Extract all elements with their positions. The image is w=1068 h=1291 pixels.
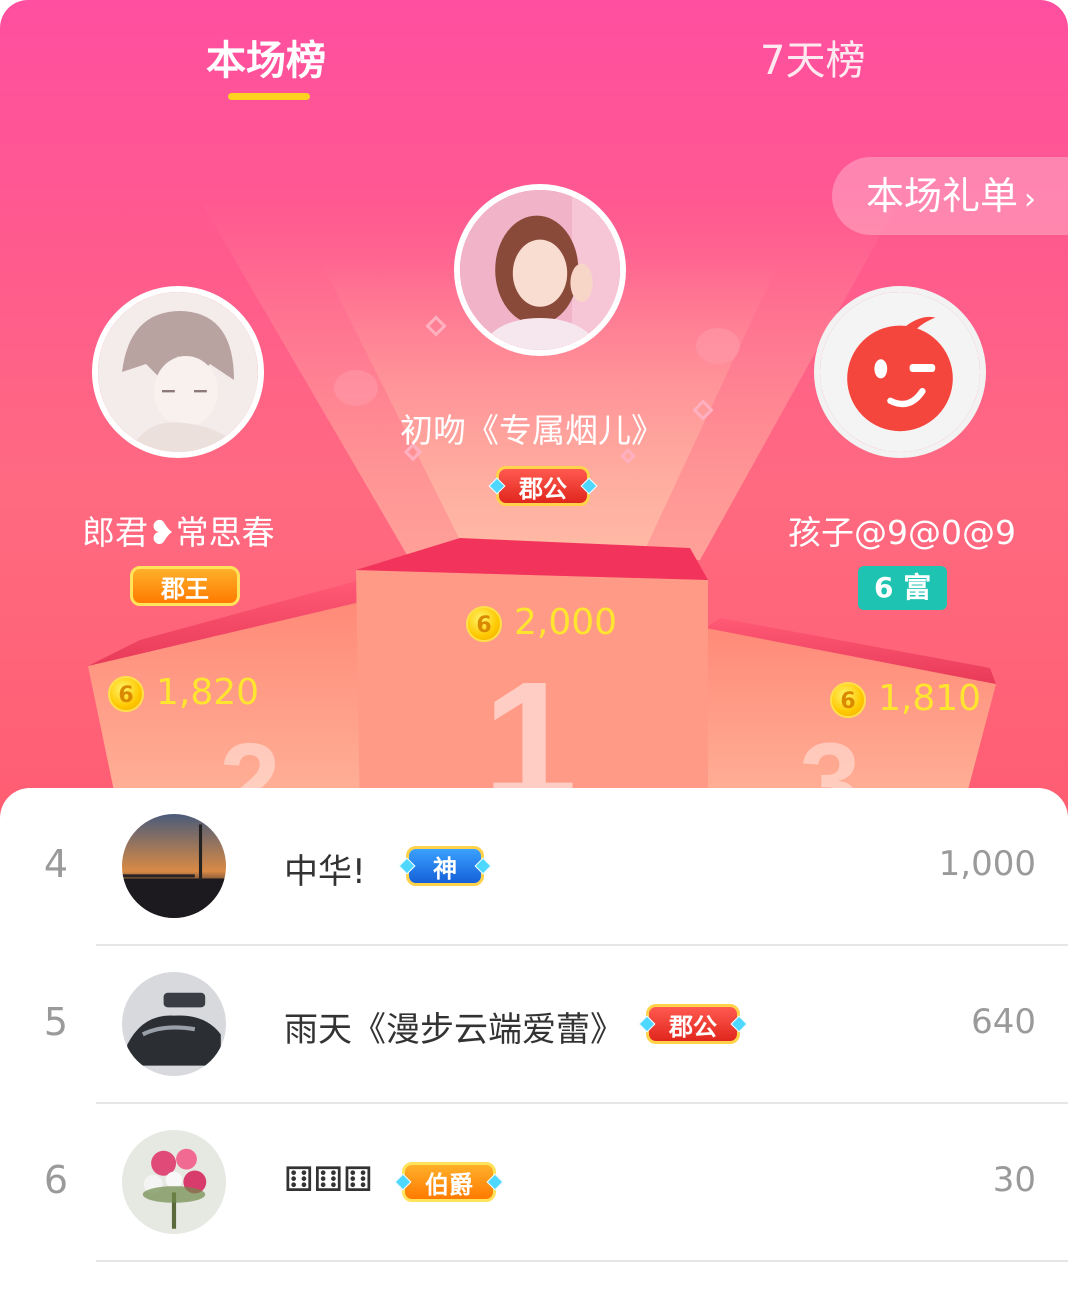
rank-1-name: 初吻《专属烟儿》: [400, 411, 664, 450]
avatar[interactable]: [122, 814, 226, 918]
rank-1-coins: 6 2,000: [466, 602, 617, 643]
rank-2-coins: 6 1,820: [108, 672, 259, 713]
rank-2-badge-wrap: 郡王: [130, 566, 240, 606]
score: 1,000: [938, 844, 1036, 884]
ranking-list: 4 中华! 神 1,000 5 雨天《漫步云端爱蕾》 郡公 640 6 ⚅⚅⚅ …: [0, 788, 1068, 1291]
rank-3-coin-value: 1,810: [878, 678, 982, 719]
avatar-rank-3[interactable]: [814, 286, 986, 458]
sunset-avatar-image: [122, 814, 226, 918]
coin-icon: 6: [466, 606, 502, 642]
rank-number: 4: [43, 842, 69, 886]
rank-badge: 伯爵: [394, 1162, 504, 1202]
coin-icon: 6: [108, 676, 144, 712]
portrait-avatar-image: [460, 190, 620, 350]
active-tab-indicator: [228, 93, 310, 100]
rank-3-badge: 6 富: [858, 566, 948, 610]
score: 640: [971, 1002, 1036, 1042]
rank-3-name: 孩子@9@0@9: [788, 513, 1016, 552]
rank-number: 6: [43, 1158, 69, 1202]
list-item[interactable]: 5 雨天《漫步云端爱蕾》 郡公 640: [0, 946, 1068, 1104]
user-name: 雨天《漫步云端爱蕾》: [284, 1010, 624, 1050]
top-ranking-panel: 1 2 3 本场榜 7天榜 本场礼单› 初吻《专属烟儿》 郡公 62,000: [0, 0, 1068, 820]
avatar-rank-1[interactable]: [454, 184, 626, 356]
avatar[interactable]: [122, 972, 226, 1076]
rank-badge-wrap: 神: [398, 846, 492, 886]
motorcycle-avatar-image: [122, 972, 226, 1076]
tab-7-day[interactable]: 7天榜: [760, 28, 865, 86]
list-item[interactable]: 6 ⚅⚅⚅ 伯爵 30: [0, 1104, 1068, 1262]
avatar[interactable]: [122, 1130, 226, 1234]
gift-list-button[interactable]: 本场礼单 ›: [832, 157, 1068, 235]
rank-2-name: 郎君❥常思春: [82, 513, 275, 552]
rank-1-coin-value: 2,000: [514, 602, 618, 643]
rank-number: 5: [43, 1000, 69, 1044]
wink-face-avatar-image: [820, 292, 980, 452]
rank-badge-text: 郡公: [669, 1013, 717, 1041]
flower-avatar-image: [122, 1130, 226, 1234]
rank-3-badge-wrap: 6 富: [858, 566, 948, 610]
coin-icon: 6: [830, 682, 866, 718]
rank-badge: 神: [398, 846, 492, 886]
rank-2-coin-value: 1,820: [156, 672, 260, 713]
rank-badge-wrap: 郡公: [638, 1004, 748, 1044]
score: 30: [992, 1160, 1036, 1200]
rank-1-badge-text: 郡公: [519, 475, 567, 503]
user-name: 中华!: [284, 852, 366, 892]
rank-badge-wrap: 伯爵: [394, 1162, 504, 1202]
rank-1-badge-wrap: 郡公: [488, 466, 598, 506]
tab-current-session[interactable]: 本场榜: [206, 28, 326, 86]
rank-badge: 郡公: [638, 1004, 748, 1044]
user-name: ⚅⚅⚅: [284, 1160, 373, 1200]
row-divider: [96, 1260, 1068, 1262]
gift-list-label: 本场礼单: [866, 174, 1019, 218]
rank-3-coins: 6 1,810: [830, 678, 981, 719]
rank-1-badge: 郡公: [488, 466, 598, 506]
chevron-right-icon: ›: [1024, 182, 1037, 217]
avatar-rank-2[interactable]: [92, 286, 264, 458]
rank-badge-text: 伯爵: [425, 1171, 473, 1199]
list-item[interactable]: 4 中华! 神 1,000: [0, 788, 1068, 946]
anime-avatar-image: [98, 292, 258, 452]
rank-2-badge: 郡王: [130, 566, 240, 606]
rank-2-badge-text: 郡王: [161, 575, 209, 603]
rank-badge-text: 神: [433, 855, 457, 883]
